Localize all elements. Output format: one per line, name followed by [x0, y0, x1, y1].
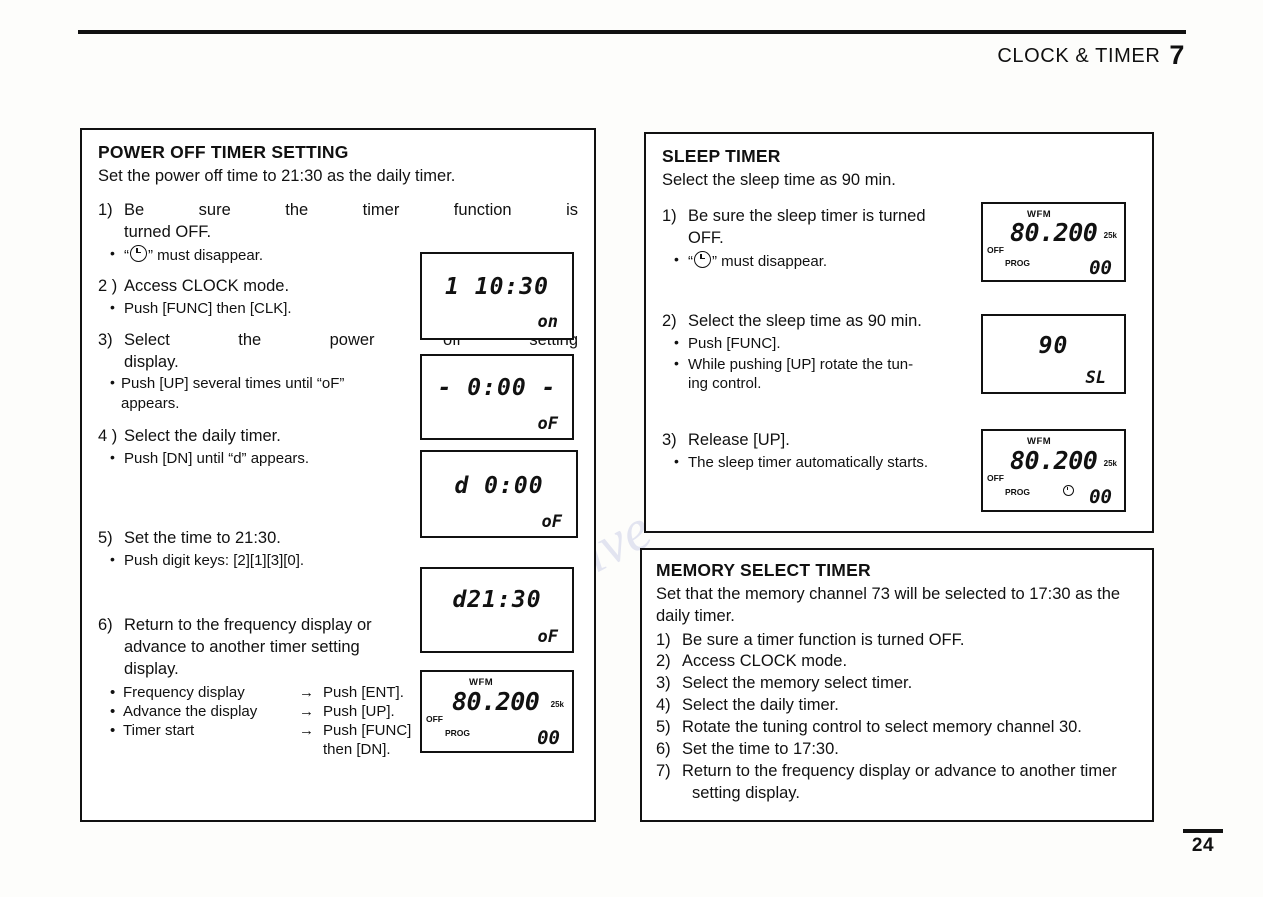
step-number: 5) — [98, 529, 113, 548]
action-label: Timer start — [123, 721, 195, 739]
lcd-main-value: d21:30 — [452, 587, 542, 613]
step-text: Be sure the timer function is — [124, 200, 578, 219]
step-number: 2) — [656, 652, 671, 671]
lcd-corner-label: oF — [537, 627, 558, 647]
chapter-title: CLOCK & TIMER — [997, 45, 1161, 67]
sleep-title: SLEEP TIMER — [662, 146, 781, 166]
lcd-power-off-blank: - 0:00 - oF — [420, 354, 574, 440]
lcd-channel: 00 — [537, 727, 560, 749]
lcd-off-label: OFF — [987, 245, 1004, 255]
bullet-dot: • — [110, 683, 116, 701]
memory-step-2: 2) Access CLOCK mode. — [656, 651, 1138, 673]
lcd-tuning-step: 25k — [550, 700, 564, 709]
step-number: 7) — [656, 762, 671, 781]
step-number: 4) — [656, 696, 671, 715]
step-number: 6) — [98, 615, 113, 634]
power-off-timer-panel: POWER OFF TIMER SETTING Set the power of… — [80, 128, 596, 822]
step-number: 4 ) — [98, 426, 118, 445]
lcd-main-value: 90 — [1038, 333, 1069, 359]
lcd-channel: 00 — [1089, 486, 1112, 508]
lcd-clock-on: 1 10:30 on — [420, 252, 574, 340]
lcd-frequency: 80.200 — [452, 687, 540, 716]
lcd-corner-label: SL — [1085, 368, 1106, 388]
lcd-tuning-step: 25k — [1103, 231, 1117, 240]
memory-step-3: 3) Select the memory select timer. — [656, 673, 1138, 695]
arrow-icon: → — [299, 702, 314, 720]
lcd-freq-power-off: WFM 80.200 25k OFF PROG 00 — [420, 670, 574, 753]
lcd-freq-sleep-on: WFM 80.200 25k OFF PROG 00 — [981, 429, 1126, 512]
arrow-icon: → — [299, 721, 314, 739]
memory-step-6: 6) Set the time to 17:30. — [656, 739, 1138, 761]
clock-icon — [1063, 485, 1074, 496]
lcd-prog-label: PROG — [445, 728, 471, 738]
step-text: Select the memory select timer. — [682, 674, 913, 693]
step-text: Be sure a timer function is turned OFF. — [682, 630, 965, 649]
step-number: 5) — [656, 718, 671, 737]
step-text: Return to the frequency display or advan… — [682, 762, 1117, 781]
lcd-daily-blank: d 0:00 oF — [420, 450, 578, 538]
lcd-off-label: OFF — [987, 473, 1004, 483]
step-text: Set the time to 17:30. — [682, 740, 839, 759]
memory-step-5: 5) Rotate the tuning control to select m… — [656, 717, 1138, 739]
sleep-timer-panel: SLEEP TIMER Select the sleep time as 90 … — [644, 132, 1154, 533]
lcd-channel: 00 — [1089, 257, 1112, 279]
step-number: 3) — [656, 674, 671, 693]
lcd-tuning-step: 25k — [1103, 459, 1117, 468]
step-number: 1) — [662, 206, 677, 225]
page-header: CLOCK & TIMER 7 — [997, 40, 1185, 71]
step-text-cont: setting display. — [692, 784, 800, 803]
lcd-main-value: 1 10:30 — [445, 274, 549, 300]
power-off-title: POWER OFF TIMER SETTING — [98, 142, 349, 162]
lcd-frequency: 80.200 — [1010, 218, 1098, 247]
step-text: Access CLOCK mode. — [682, 652, 848, 671]
clock-icon — [694, 250, 711, 268]
memory-select-timer-panel: MEMORY SELECT TIMER Set that the memory … — [640, 548, 1154, 822]
lcd-sleep-90: 90 SL — [981, 314, 1126, 394]
action-label: Advance the display — [123, 702, 258, 720]
step-number: 1) — [656, 630, 671, 649]
clock-icon — [130, 244, 147, 262]
bullet-dot: • — [110, 721, 116, 739]
lcd-daily-2130: d21:30 oF — [420, 567, 574, 653]
step-number: 6) — [656, 740, 671, 759]
page-number-rule — [1183, 829, 1223, 833]
step-text: Select the daily timer. — [682, 696, 839, 715]
arrow-icon: → — [299, 683, 314, 701]
sleep-subtitle: Select the sleep time as 90 min. — [662, 171, 896, 189]
chapter-number: 7 — [1169, 40, 1185, 70]
memory-subtitle: Set that the memory channel 73 will be s… — [656, 585, 1121, 625]
action-label: Frequency display — [123, 683, 245, 701]
lcd-frequency: 80.200 — [1010, 446, 1098, 475]
lcd-main-value: - 0:00 - — [437, 375, 557, 401]
lcd-prog-label: PROG — [1005, 258, 1031, 268]
lcd-main-value: d 0:00 — [454, 473, 544, 499]
header-rule — [78, 30, 1186, 34]
step-number: 3) — [662, 431, 677, 450]
manual-page: CLOCK & TIMER7 manualshive .com POWER OF… — [0, 0, 1263, 897]
step-number: 2 ) — [98, 277, 118, 296]
memory-title: MEMORY SELECT TIMER — [656, 560, 871, 580]
step-number: 3) — [98, 330, 113, 349]
page-footer: 24 — [1183, 829, 1223, 857]
page-number: 24 — [1191, 835, 1215, 856]
step-number: 1) — [98, 200, 113, 219]
lcd-corner-label: oF — [537, 414, 558, 434]
lcd-off-label: OFF — [426, 714, 443, 724]
memory-step-1: 1) Be sure a timer function is turned OF… — [656, 630, 1138, 652]
lcd-freq-sleep-off: WFM 80.200 25k OFF PROG 00 — [981, 202, 1126, 282]
step-text: Rotate the tuning control to select memo… — [682, 718, 1082, 737]
power-off-subtitle: Set the power off time to 21:30 as the d… — [98, 167, 456, 185]
lcd-corner-label: oF — [541, 512, 562, 532]
step-text-cont: turned OFF. — [124, 222, 212, 241]
lcd-corner-label: on — [537, 312, 558, 332]
memory-step-7: 7) Return to the frequency display or ad… — [656, 761, 1138, 805]
bullet-dot: • — [110, 702, 116, 720]
memory-step-4: 4) Select the daily timer. — [656, 695, 1138, 717]
step-number: 2) — [662, 312, 677, 331]
lcd-prog-label: PROG — [1005, 487, 1031, 497]
